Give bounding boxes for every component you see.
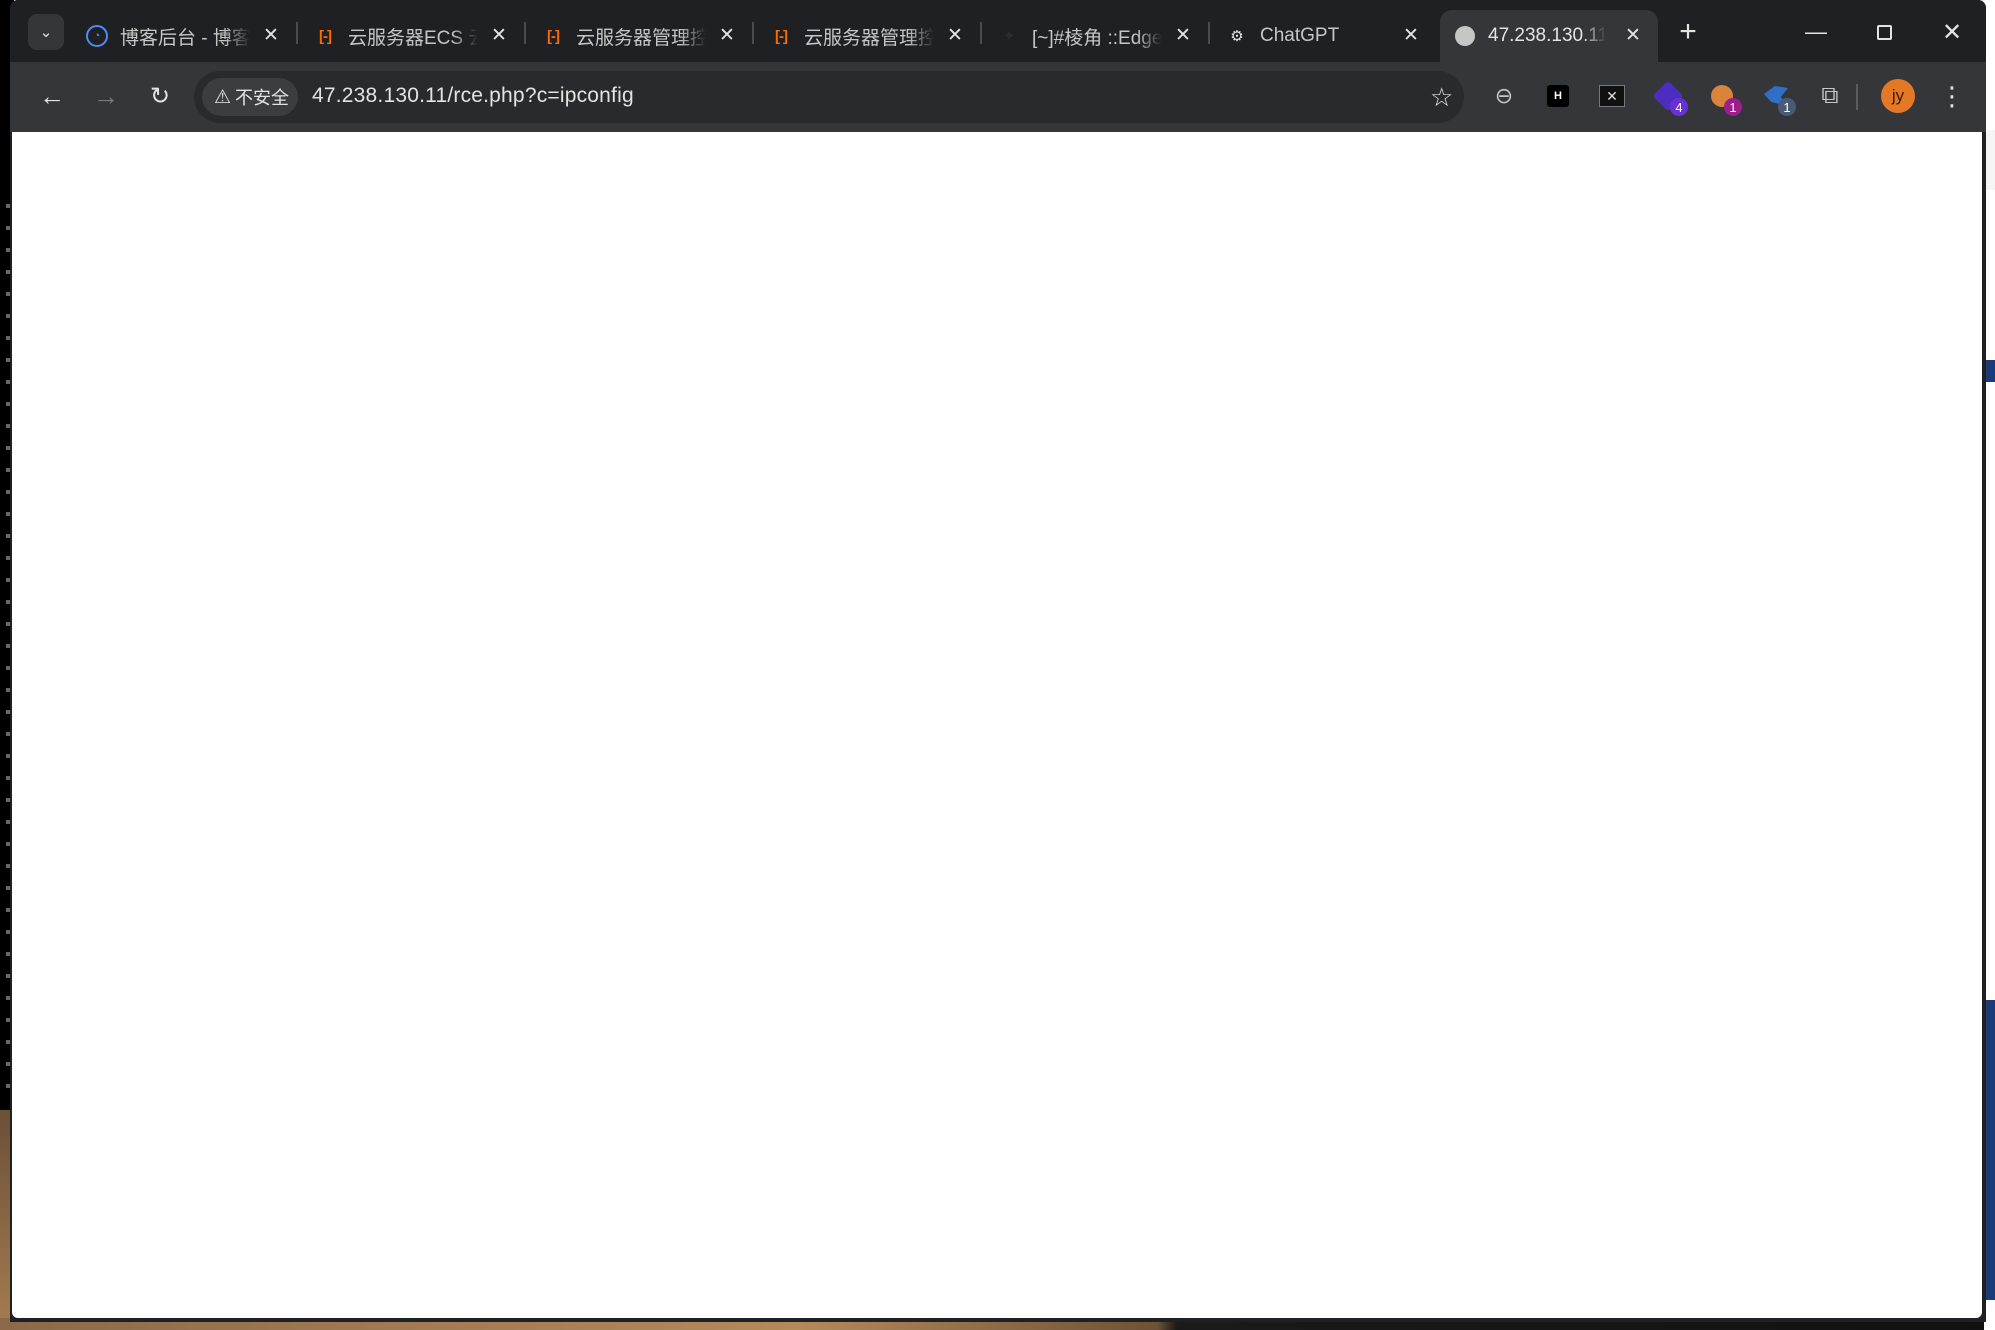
tab-aliyun-ecs[interactable]: [-] 云服务器ECS 云服务器 ✕ xyxy=(300,10,524,62)
tab-separator xyxy=(524,22,526,44)
tab-search-button[interactable]: ⌄ xyxy=(28,14,64,50)
tab-lengjiao[interactable]: ✦ [~]#棱角 ::Edge ✕ xyxy=(984,10,1208,62)
close-tab-icon[interactable]: ✕ xyxy=(260,24,282,46)
tab-title: 云服务器管理控制台 xyxy=(804,27,934,49)
tab-strip: ⌄ ◔ 博客后台 - 博客 ✕ [-] 云服务器ECS 云服务器 ✕ [-] 云… xyxy=(10,0,1986,62)
h-extension-icon[interactable]: H xyxy=(1540,78,1576,114)
tab-separator xyxy=(296,22,298,44)
page-content xyxy=(12,132,1982,1318)
reload-button[interactable]: ↻ xyxy=(140,76,180,116)
extension-badge: 4 xyxy=(1670,98,1688,116)
puzzle-icon[interactable]: ⧉ xyxy=(1812,78,1848,114)
chatgpt-icon: ⚙ xyxy=(1230,28,1244,45)
close-icon: ✕ xyxy=(1941,18,1963,46)
maximize-icon xyxy=(1876,24,1892,40)
arrow-right-icon: → xyxy=(93,80,119,111)
arrow-left-icon: ← xyxy=(39,80,65,111)
close-tab-icon[interactable]: ✕ xyxy=(1400,24,1422,46)
avatar[interactable]: jy xyxy=(1881,79,1915,113)
tab-aliyun-console-1[interactable]: [-] 云服务器管理控制台 ✕ xyxy=(528,10,752,62)
bookmark-star-icon[interactable]: ☆ xyxy=(1430,82,1453,113)
back-button[interactable]: ← xyxy=(32,76,72,116)
tab-separator xyxy=(1208,22,1210,44)
globe-icon xyxy=(1454,25,1476,47)
security-indicator[interactable]: ⚠ 不安全 xyxy=(202,78,298,116)
blog-icon: ◔ xyxy=(86,25,108,47)
aliyun-icon: [-] xyxy=(319,27,332,45)
security-label: 不安全 xyxy=(235,88,290,108)
extension-badge: 1 xyxy=(1724,98,1742,116)
minimize-icon: — xyxy=(1805,19,1827,44)
hex-extension-icon[interactable]: 4 xyxy=(1650,78,1688,116)
chevron-down-icon: ⌄ xyxy=(39,24,53,41)
tab-separator xyxy=(752,22,754,44)
tab-title: 云服务器管理控制台 xyxy=(576,27,706,49)
address-bar[interactable]: ⚠ 不安全 47.238.130.11/rce.php?c=ipconfig ☆ xyxy=(194,71,1464,123)
tab-separator xyxy=(980,22,982,44)
minimize-button[interactable]: — xyxy=(1796,12,1836,52)
forward-button[interactable]: → xyxy=(86,76,126,116)
close-tab-icon[interactable]: ✕ xyxy=(944,24,966,46)
cookie-extension-icon[interactable]: 1 xyxy=(1704,78,1742,116)
more-menu-icon[interactable]: ⋮ xyxy=(1939,79,1965,113)
warning-icon: ⚠ xyxy=(214,86,232,108)
close-window-button[interactable]: ✕ xyxy=(1932,12,1972,52)
plus-icon: + xyxy=(1679,15,1697,48)
tab-title: [~]#棱角 ::Edge xyxy=(1032,27,1162,49)
x-extension-icon[interactable]: ✕ xyxy=(1594,78,1630,114)
browser-window: ⌄ ◔ 博客后台 - 博客 ✕ [-] 云服务器ECS 云服务器 ✕ [-] 云… xyxy=(10,0,1986,1322)
aliyun-icon: [-] xyxy=(775,27,788,45)
toolbar: ← → ↻ ⚠ 不安全 47.238.130.11/rce.php?c=ipco… xyxy=(10,62,1986,132)
close-tab-icon[interactable]: ✕ xyxy=(1172,24,1194,46)
close-tab-icon[interactable]: ✕ xyxy=(716,24,738,46)
tab-blog-admin[interactable]: ◔ 博客后台 - 博客 ✕ xyxy=(72,10,296,62)
tab-chatgpt[interactable]: ⚙ ChatGPT ✕ xyxy=(1212,10,1436,62)
aliyun-icon: [-] xyxy=(547,27,560,45)
dark-site-icon: ✦ xyxy=(1002,28,1016,45)
extension-badge: 1 xyxy=(1778,98,1796,116)
close-tab-icon[interactable]: ✕ xyxy=(488,24,510,46)
bird-extension-icon[interactable]: 1 xyxy=(1758,78,1796,116)
tab-title: ChatGPT xyxy=(1260,25,1340,46)
tab-rce-page[interactable]: 47.238.130.11/rce.php ✕ xyxy=(1440,10,1658,62)
close-tab-icon[interactable]: ✕ xyxy=(1622,24,1644,46)
block-icon[interactable]: ⊖ xyxy=(1486,78,1522,114)
url-text[interactable]: 47.238.130.11/rce.php?c=ipconfig xyxy=(312,84,634,108)
tab-title: 博客后台 - 博客 xyxy=(120,27,250,49)
tab-aliyun-console-2[interactable]: [-] 云服务器管理控制台 ✕ xyxy=(756,10,980,62)
new-tab-button[interactable]: + xyxy=(1672,15,1704,48)
tab-title: 47.238.130.11/rce.php xyxy=(1488,25,1606,46)
maximize-button[interactable] xyxy=(1864,12,1904,52)
toolbar-separator xyxy=(1856,84,1858,110)
tab-title: 云服务器ECS 云服务器 xyxy=(348,27,478,49)
reload-icon: ↻ xyxy=(149,82,171,110)
